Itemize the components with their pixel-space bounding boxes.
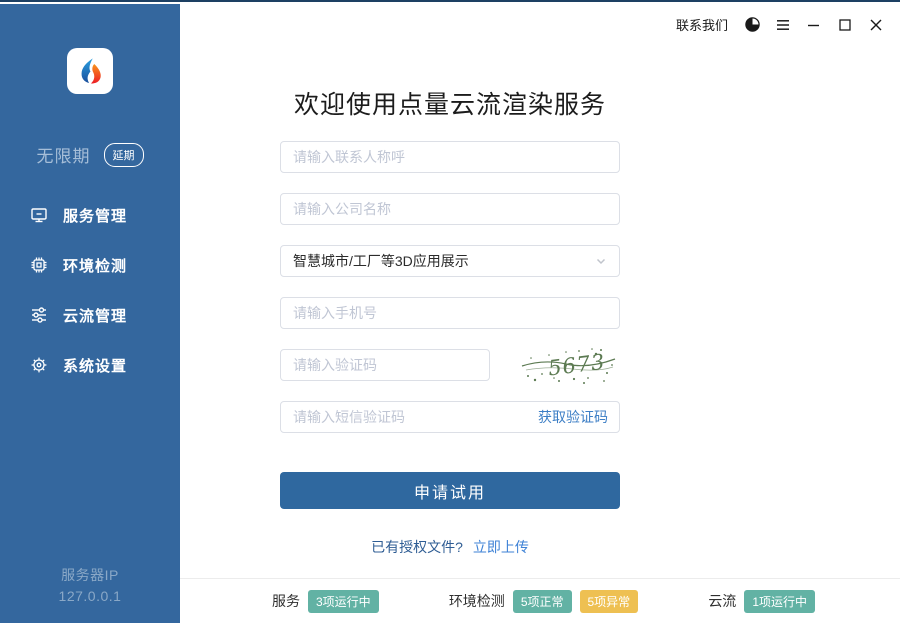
- globe-icon[interactable]: [743, 16, 761, 34]
- sidebar-item-label: 环境检测: [63, 255, 127, 276]
- chip-icon: [30, 256, 48, 274]
- status-badge: 1项运行中: [744, 590, 815, 613]
- sidebar-item-label: 云流管理: [63, 305, 127, 326]
- upload-row: 已有授权文件? 立即上传: [280, 537, 620, 557]
- page-title: 欢迎使用点量云流渲染服务: [280, 90, 620, 120]
- captcha-row: 5673: [280, 349, 620, 381]
- status-group-service: 服务 3项运行中: [272, 590, 379, 613]
- status-label: 服务: [272, 591, 300, 611]
- status-bar: 服务 3项运行中 环境检测 5项正常 5项异常 云流 1项运行中: [180, 578, 900, 623]
- captcha-image[interactable]: 5673: [518, 343, 620, 387]
- status-badge: 5项正常: [513, 590, 572, 613]
- titlebar-controls: 联系我们: [676, 15, 885, 34]
- sidebar: 无限期 延期 服务管理: [0, 4, 180, 623]
- status-group-environment: 环境检测 5项正常 5项异常: [449, 590, 638, 613]
- license-row: 无限期 延期: [0, 142, 180, 167]
- server-ip-value: 127.0.0.1: [0, 586, 180, 607]
- sidebar-item-service[interactable]: 服务管理: [0, 190, 180, 240]
- apply-trial-button[interactable]: 申请试用: [280, 472, 620, 509]
- monitor-icon: [30, 206, 48, 224]
- status-group-cloudstream: 云流 1项运行中: [708, 590, 815, 613]
- company-name-input[interactable]: [280, 193, 620, 225]
- contact-name-input[interactable]: [280, 141, 620, 173]
- trial-form: 欢迎使用点量云流渲染服务 智慧城市/工厂等3D应用展示 5673: [280, 4, 620, 557]
- minimize-icon[interactable]: [805, 16, 823, 34]
- sidebar-menu: 服务管理 环境检测 云流管理: [0, 190, 180, 390]
- maximize-icon[interactable]: [836, 16, 854, 34]
- sidebar-item-settings[interactable]: 系统设置: [0, 340, 180, 390]
- status-badge: 5项异常: [580, 590, 639, 613]
- contact-us-link[interactable]: 联系我们: [676, 15, 728, 34]
- sliders-icon: [30, 306, 48, 324]
- license-duration: 无限期: [37, 142, 91, 167]
- get-sms-code-button[interactable]: 获取验证码: [538, 401, 608, 433]
- close-icon[interactable]: [867, 16, 885, 34]
- industry-selected-value: 智慧城市/工厂等3D应用展示: [293, 251, 469, 271]
- server-info: 服务器IP 127.0.0.1: [0, 565, 180, 607]
- license-exists-hint: 已有授权文件?: [371, 539, 463, 555]
- captcha-code-text: 5673: [547, 350, 607, 381]
- status-label: 云流: [708, 591, 736, 611]
- app-logo: [67, 48, 113, 94]
- main-area: 联系我们: [180, 4, 900, 623]
- phone-input[interactable]: [280, 297, 620, 329]
- industry-select[interactable]: 智慧城市/工厂等3D应用展示: [280, 245, 620, 277]
- chevron-down-icon: [595, 255, 607, 267]
- sms-row: 获取验证码: [280, 401, 620, 433]
- flame-icon: [75, 56, 105, 86]
- server-ip-label: 服务器IP: [0, 565, 180, 586]
- sidebar-item-cloudstream[interactable]: 云流管理: [0, 290, 180, 340]
- status-label: 环境检测: [449, 591, 505, 611]
- captcha-input[interactable]: [280, 349, 490, 381]
- gear-icon: [30, 356, 48, 374]
- renew-button[interactable]: 延期: [104, 143, 144, 167]
- sidebar-item-label: 系统设置: [63, 355, 127, 376]
- menu-icon[interactable]: [774, 16, 792, 34]
- app-window: 无限期 延期 服务管理: [0, 0, 900, 623]
- status-badge: 3项运行中: [308, 590, 379, 613]
- sidebar-item-environment[interactable]: 环境检测: [0, 240, 180, 290]
- sidebar-item-label: 服务管理: [63, 205, 127, 226]
- upload-now-link[interactable]: 立即上传: [473, 539, 529, 555]
